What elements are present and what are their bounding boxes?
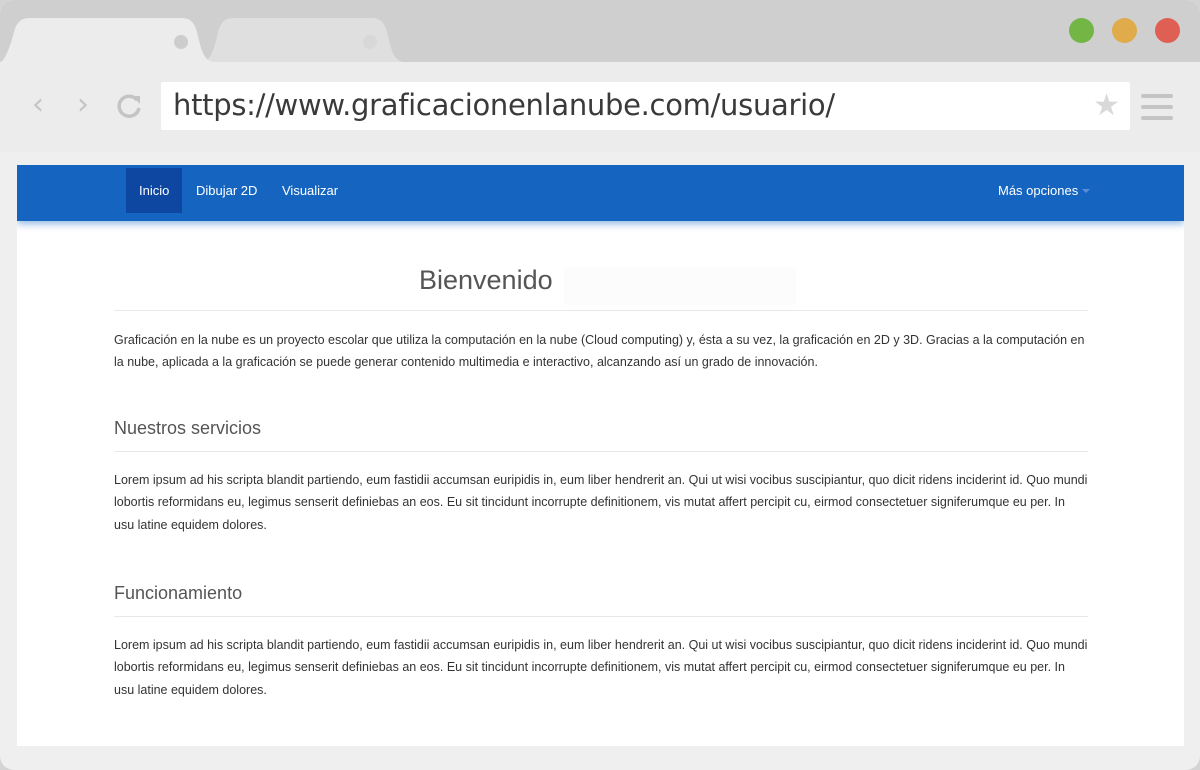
- section-text-servicios: Lorem ipsum ad his scripta blandit parti…: [114, 473, 1088, 532]
- site-navbar: Inicio Dibujar 2D Visualizar Más opcione…: [17, 165, 1184, 221]
- tab-close-icon[interactable]: [174, 35, 188, 49]
- heading-highlight: [564, 267, 796, 305]
- page-title: Bienvenido: [419, 265, 553, 295]
- browser-tab-active[interactable]: [0, 18, 215, 62]
- forward-icon[interactable]: ›: [66, 88, 100, 122]
- browser-toolbar: ‹ › https://www.graficacionenlanube.com/…: [0, 62, 1200, 152]
- browser-window: ‹ › https://www.graficacionenlanube.com/…: [0, 0, 1200, 770]
- maximize-button[interactable]: [1069, 18, 1094, 43]
- intro-paragraph: Graficación en la nube es un proyecto es…: [114, 333, 1085, 370]
- browser-tab-2[interactable]: [200, 18, 405, 62]
- nav-inicio[interactable]: Inicio: [126, 168, 183, 213]
- close-button[interactable]: [1155, 18, 1180, 43]
- nav-mas-opciones[interactable]: Más opciones: [985, 168, 1100, 213]
- divider: [114, 310, 1088, 311]
- nav-visualizar[interactable]: Visualizar: [269, 168, 351, 213]
- section-heading-servicios: Nuestros servicios: [114, 418, 262, 438]
- section-text-funcionamiento: Lorem ipsum ad his scripta blandit parti…: [114, 638, 1088, 697]
- title-bar: [0, 0, 1200, 62]
- back-icon[interactable]: ‹: [21, 88, 55, 122]
- nav-dibujar-2d[interactable]: Dibujar 2D: [183, 168, 270, 213]
- page-viewport: Inicio Dibujar 2D Visualizar Más opcione…: [17, 165, 1184, 746]
- menu-icon[interactable]: [1141, 94, 1173, 120]
- star-icon[interactable]: ★: [1093, 88, 1120, 124]
- tab-close-icon[interactable]: [363, 35, 377, 49]
- reload-icon[interactable]: [112, 88, 146, 122]
- address-bar[interactable]: https://www.graficacionenlanube.com/usua…: [161, 82, 1130, 130]
- nav-mas-opciones-label: Más opciones: [998, 183, 1079, 198]
- url-text[interactable]: https://www.graficacionenlanube.com/usua…: [173, 88, 835, 122]
- section-heading-funcionamiento: Funcionamiento: [114, 583, 243, 603]
- minimize-button[interactable]: [1112, 18, 1137, 43]
- caret-down-icon: [1082, 189, 1091, 193]
- reload-icon-graphic: [117, 94, 141, 118]
- divider: [114, 616, 1088, 617]
- divider: [114, 451, 1088, 452]
